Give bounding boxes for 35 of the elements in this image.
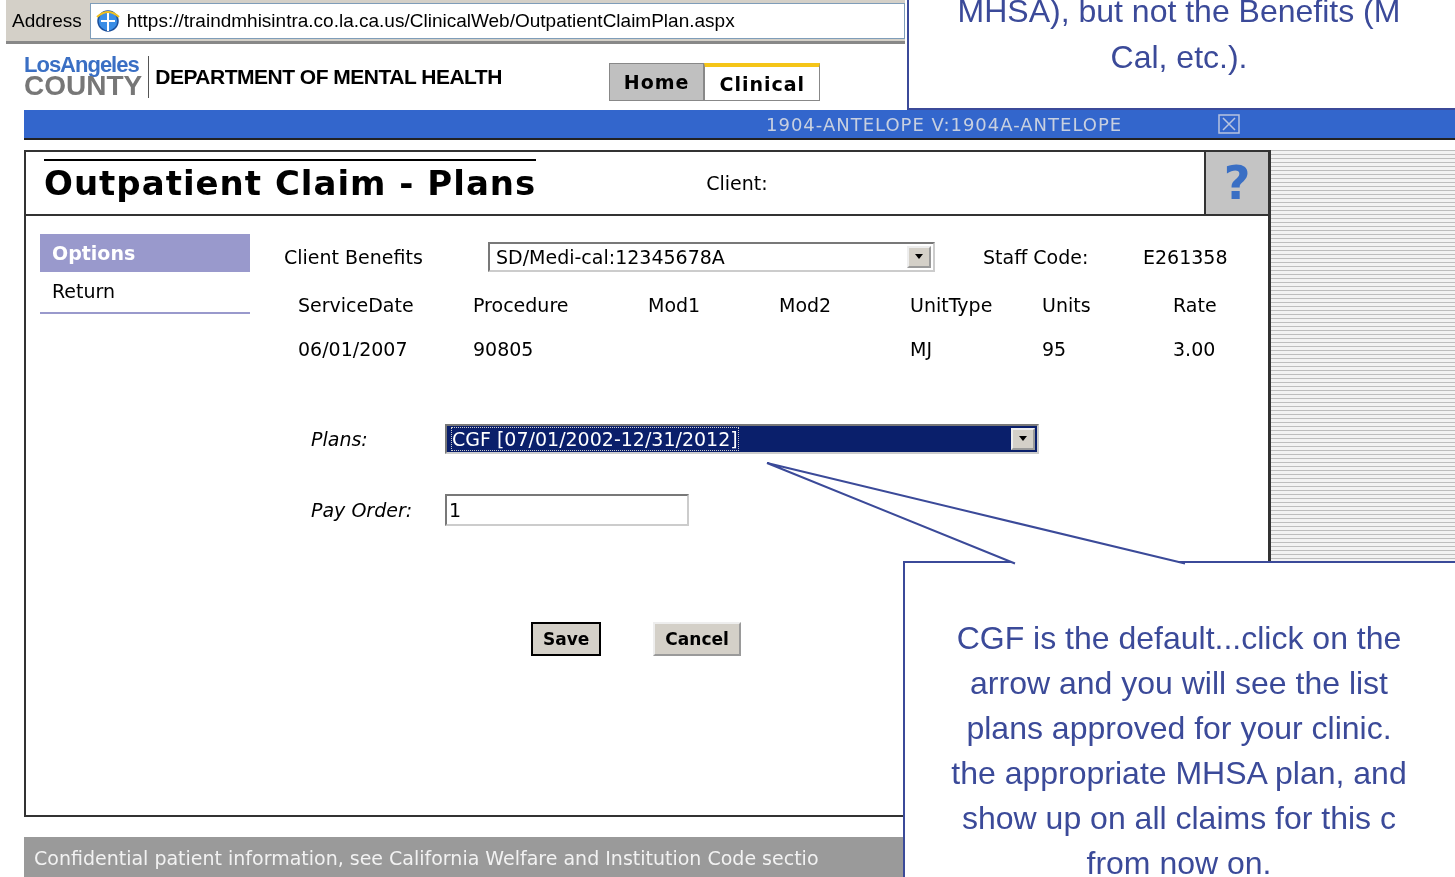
column-header: Units (1042, 294, 1092, 316)
close-icon[interactable] (1218, 114, 1241, 134)
table-cell-text: 90805 (473, 338, 535, 360)
column-header: Mod2 (779, 294, 833, 316)
column-header: Mod1 (648, 294, 702, 316)
callout-text: CGF is the default...click on the arrow and you will see the list plans approved for your clinic. the appropriate MHSA plan, and show up on all claims for this c from now on. (950, 619, 1408, 877)
page-title: Outpatient Claim - Plans (44, 159, 537, 207)
column-header: Rate (1173, 294, 1218, 316)
nav-tab[interactable]: Home (608, 63, 705, 101)
form-button[interactable]: Save (531, 622, 602, 656)
nav-tab[interactable]: Clinical (704, 63, 821, 101)
plans-dropdown[interactable]: CGF [07/01/2002-12/31/2012] (445, 424, 1039, 454)
column-header: ServiceDate (298, 294, 415, 316)
pay-order-label: Pay Order: (311, 499, 414, 521)
plans-label: Plans: (311, 428, 369, 450)
footer-text: Confidential patient information, see California Welfare and Institution Code sectio (34, 847, 819, 869)
field-label: Client Benefits (284, 246, 424, 268)
address-field[interactable]: https://traindmhisintra.co.la.ca.us/ClinicalWeb/OutpatientClaimPlan.aspx (89, 2, 905, 39)
column-header: UnitType (910, 294, 994, 316)
table-cell-text: 06/01/2007 (298, 338, 409, 360)
county-logo: LosAngeles COUNTY (24, 55, 150, 99)
table-cell-text: 3.00 (1173, 338, 1217, 360)
location-text: 1904-ANTELOPE V:1904A-ANTELOPE (766, 113, 1123, 135)
department-title: DEPARTMENT OF MENTAL HEALTH (155, 65, 502, 89)
field-label: Staff Code: (983, 246, 1090, 268)
benefits-dropdown[interactable]: SD/Medi-cal:12345678A (488, 242, 935, 272)
pay-order-field[interactable]: 1 (445, 494, 689, 526)
form-button[interactable]: Cancel (653, 622, 741, 656)
address-label: Address (12, 9, 82, 32)
column-header: Procedure (473, 294, 570, 316)
table-cell-text: MJ (910, 338, 933, 360)
table-cell-text: 95 (1042, 338, 1068, 360)
staff-code-value: E261358 (1143, 246, 1228, 268)
client-label: Client: (706, 172, 768, 194)
sidebar-item[interactable]: Return (40, 272, 250, 310)
